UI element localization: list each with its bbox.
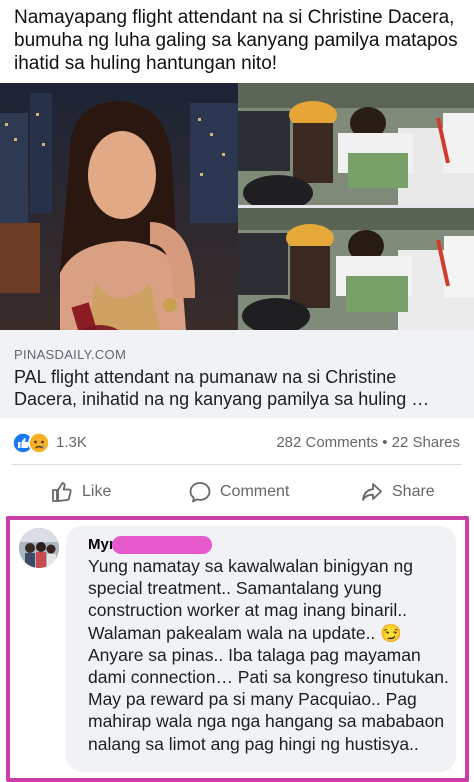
reaction-icons[interactable] bbox=[12, 432, 52, 454]
share-label: Share bbox=[392, 483, 435, 500]
share-button[interactable]: Share bbox=[360, 474, 435, 510]
post-caption: Namayapang flight attendant na si Christ… bbox=[14, 7, 458, 74]
comment-bubble: Myr pay Yung namatay sa kawalwalan binig… bbox=[66, 526, 456, 772]
post-stats: 1.3K 282 Comments • 22 Shares bbox=[0, 424, 474, 460]
avatar[interactable] bbox=[19, 528, 59, 568]
comment-bubble-icon bbox=[189, 482, 211, 503]
photo-portrait[interactable] bbox=[0, 83, 238, 330]
comment-button[interactable]: Comment bbox=[188, 474, 289, 510]
post-media[interactable] bbox=[0, 83, 474, 330]
post-actions: Like Comment Share bbox=[0, 474, 474, 510]
like-button[interactable]: Like bbox=[50, 474, 111, 510]
funeral-image-1 bbox=[238, 83, 474, 205]
name-redaction bbox=[112, 536, 212, 554]
photo-funeral-2[interactable] bbox=[238, 208, 474, 330]
sad-reaction-icon bbox=[28, 432, 50, 454]
share-arrow-icon bbox=[362, 483, 382, 501]
comments-shares-count[interactable]: 282 Comments • 22 Shares bbox=[276, 434, 460, 451]
highlighted-comment: Myr pay Yung namatay sa kawalwalan binig… bbox=[6, 516, 469, 782]
funeral-image-2 bbox=[238, 208, 474, 330]
avatar-image bbox=[19, 528, 59, 568]
link-preview[interactable]: PINASDAILY.COM PAL flight attendant na p… bbox=[0, 330, 474, 418]
comment-label: Comment bbox=[220, 483, 290, 500]
stats-divider bbox=[12, 464, 462, 465]
like-label: Like bbox=[82, 483, 112, 500]
comment-text: Yung namatay sa kawalwalan binigyan ng s… bbox=[88, 556, 449, 754]
link-domain: PINASDAILY.COM bbox=[14, 347, 127, 362]
thumbs-up-icon bbox=[52, 482, 72, 502]
reaction-count[interactable]: 1.3K bbox=[56, 434, 87, 451]
portrait-image bbox=[0, 83, 238, 330]
photo-funeral-1[interactable] bbox=[238, 83, 474, 205]
link-title[interactable]: PAL flight attendant na pumanaw na si Ch… bbox=[14, 366, 464, 410]
